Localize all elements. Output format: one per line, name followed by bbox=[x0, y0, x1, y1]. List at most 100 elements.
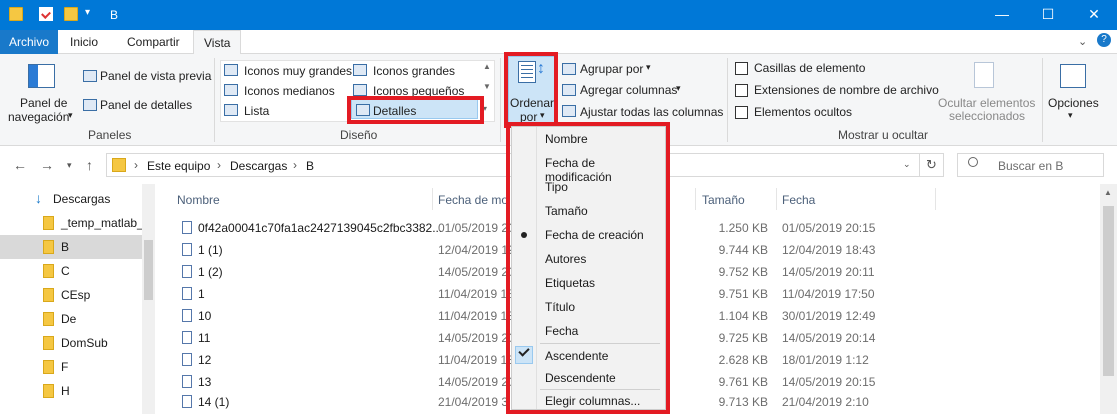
options-icon bbox=[1060, 64, 1086, 88]
tab-compartir[interactable]: Compartir bbox=[117, 30, 190, 54]
tree-item-c[interactable]: C bbox=[0, 259, 142, 283]
ribbon-tabs: Archivo Inicio Compartir Vista ⌄ ? bbox=[0, 30, 1117, 55]
column-divider[interactable] bbox=[432, 188, 433, 210]
forward-arrow-icon[interactable]: → bbox=[40, 157, 54, 173]
file-modified: 12/04/2019 19 bbox=[438, 243, 515, 257]
close-button[interactable]: ✕ bbox=[1071, 0, 1117, 30]
column-divider[interactable] bbox=[776, 188, 777, 210]
file-icon bbox=[182, 265, 192, 278]
column-header-modified[interactable]: Fecha de mo bbox=[438, 193, 508, 207]
address-history-icon[interactable]: ⌄ bbox=[903, 159, 911, 170]
file-list-scrollbar[interactable]: ▲ bbox=[1100, 184, 1117, 414]
add-columns-icon bbox=[562, 84, 576, 96]
tab-archivo[interactable]: Archivo bbox=[0, 30, 58, 54]
customize-qat-icon[interactable]: ▾ bbox=[85, 7, 99, 21]
title-bar: ▾ B — ☐ ✕ bbox=[0, 0, 1117, 30]
chevron-right-icon: › bbox=[217, 158, 221, 172]
column-divider[interactable] bbox=[935, 188, 936, 210]
tree-item-f[interactable]: F bbox=[0, 355, 142, 379]
file-icon bbox=[182, 353, 192, 366]
column-header-name[interactable]: Nombre bbox=[177, 193, 220, 207]
tree-item-de[interactable]: De bbox=[0, 307, 142, 331]
tree-item-h[interactable]: H bbox=[0, 379, 142, 403]
tree-item-label: De bbox=[61, 312, 77, 326]
file-date: 30/01/2019 12:49 bbox=[782, 309, 876, 323]
file-size: 1.250 KB bbox=[718, 221, 768, 235]
file-name: 13 bbox=[198, 375, 212, 389]
tree-item-label: F bbox=[61, 360, 69, 374]
tab-vista[interactable]: Vista bbox=[193, 30, 242, 55]
fit-columns-button[interactable]: Ajustar todas las columnas bbox=[580, 105, 723, 119]
column-header-date[interactable]: Fecha bbox=[782, 193, 815, 207]
item-checkboxes-checkbox[interactable] bbox=[735, 62, 748, 75]
large-icons-option[interactable]: Iconos grandes bbox=[373, 64, 455, 78]
hidden-items-label[interactable]: Elementos ocultos bbox=[754, 105, 852, 119]
gallery-scroll-up-icon[interactable]: ▲ bbox=[483, 62, 491, 71]
folder-icon bbox=[43, 216, 54, 230]
tree-item-cesp[interactable]: CEsp bbox=[0, 283, 142, 307]
item-checkboxes-label[interactable]: Casillas de elemento bbox=[754, 61, 865, 75]
tree-item-domsub[interactable]: DomSub bbox=[0, 331, 142, 355]
back-arrow-icon[interactable]: ← bbox=[13, 157, 27, 173]
options-button[interactable]: Opciones bbox=[1048, 96, 1099, 110]
navigation-pane-label-1[interactable]: Panel de bbox=[20, 96, 67, 110]
show-hide-group-label: Mostrar u ocultar bbox=[838, 128, 929, 142]
address-folder-icon bbox=[112, 158, 126, 172]
search-box[interactable]: Buscar en B bbox=[957, 153, 1104, 177]
file-extensions-checkbox[interactable] bbox=[735, 84, 748, 97]
tree-scroll-thumb[interactable] bbox=[144, 240, 153, 300]
breadcrumb-este-equipo[interactable]: Este equipo bbox=[147, 159, 210, 173]
up-arrow-icon[interactable]: ↑ bbox=[86, 157, 93, 173]
tree-scrollbar[interactable] bbox=[142, 184, 155, 414]
add-columns-button[interactable]: Agregar columnas bbox=[580, 83, 677, 97]
tree-item-temp-matlab[interactable]: _temp_matlab_ bbox=[0, 211, 144, 235]
column-divider[interactable] bbox=[695, 188, 696, 210]
preview-pane-button[interactable]: Panel de vista previa bbox=[100, 69, 211, 83]
file-extensions-label[interactable]: Extensiones de nombre de archivo bbox=[754, 83, 939, 97]
list-option[interactable]: Lista bbox=[244, 104, 269, 118]
navigation-pane-dropdown-icon[interactable]: ▾ bbox=[68, 110, 73, 121]
file-date: 12/04/2019 18:43 bbox=[782, 243, 876, 257]
divider bbox=[919, 154, 920, 176]
column-header-size[interactable]: Tamaño bbox=[702, 193, 745, 207]
collapse-ribbon-icon[interactable]: ⌄ bbox=[1078, 35, 1087, 48]
tree-item-descargas[interactable]: ↓ Descargas bbox=[0, 187, 142, 211]
group-divider bbox=[214, 58, 215, 142]
maximize-button[interactable]: ☐ bbox=[1025, 0, 1071, 30]
help-icon[interactable]: ? bbox=[1097, 33, 1111, 47]
file-name: 1 (2) bbox=[198, 265, 223, 279]
group-by-dropdown-icon[interactable]: ▾ bbox=[646, 62, 651, 73]
file-modified: 01/05/2019 20 bbox=[438, 221, 515, 235]
navigation-pane-icon[interactable] bbox=[28, 64, 55, 88]
tree-item-b[interactable]: B bbox=[0, 235, 142, 259]
group-divider bbox=[1042, 58, 1043, 142]
new-folder-icon[interactable] bbox=[64, 7, 78, 21]
recent-locations-icon[interactable]: ▾ bbox=[67, 160, 72, 171]
hidden-items-checkbox[interactable] bbox=[735, 106, 748, 119]
xl-icons-option[interactable]: Iconos muy grandes bbox=[244, 64, 352, 78]
options-dropdown-icon[interactable]: ▾ bbox=[1068, 110, 1073, 121]
properties-icon[interactable] bbox=[39, 7, 53, 21]
folder-icon bbox=[43, 240, 54, 254]
search-placeholder: Buscar en B bbox=[998, 159, 1064, 173]
refresh-icon[interactable]: ↻ bbox=[926, 157, 937, 173]
navigation-pane-label-2[interactable]: navegación bbox=[8, 110, 69, 124]
medium-icons-option[interactable]: Iconos medianos bbox=[244, 84, 335, 98]
minimize-button[interactable]: — bbox=[979, 0, 1025, 30]
details-pane-button[interactable]: Panel de detalles bbox=[100, 98, 192, 112]
file-modified: 14/05/2019 20 bbox=[438, 375, 515, 389]
scroll-thumb[interactable] bbox=[1103, 206, 1114, 376]
file-modified: 14/05/2019 20 bbox=[438, 265, 515, 279]
breadcrumb-b[interactable]: B bbox=[306, 159, 314, 173]
breadcrumb-descargas[interactable]: Descargas bbox=[230, 159, 287, 173]
file-name: 12 bbox=[198, 353, 212, 367]
group-by-button[interactable]: Agrupar por bbox=[580, 62, 643, 76]
gallery-scroll-down-icon[interactable]: ▼ bbox=[483, 82, 491, 91]
file-size: 9.744 KB bbox=[718, 243, 768, 257]
scroll-up-icon[interactable]: ▲ bbox=[1104, 188, 1112, 197]
tree-item-label: Descargas bbox=[53, 192, 111, 206]
window-title: B bbox=[110, 8, 119, 22]
tab-inicio[interactable]: Inicio bbox=[60, 30, 108, 54]
folder-icon bbox=[43, 336, 54, 350]
add-columns-dropdown-icon[interactable]: ▾ bbox=[676, 83, 681, 94]
